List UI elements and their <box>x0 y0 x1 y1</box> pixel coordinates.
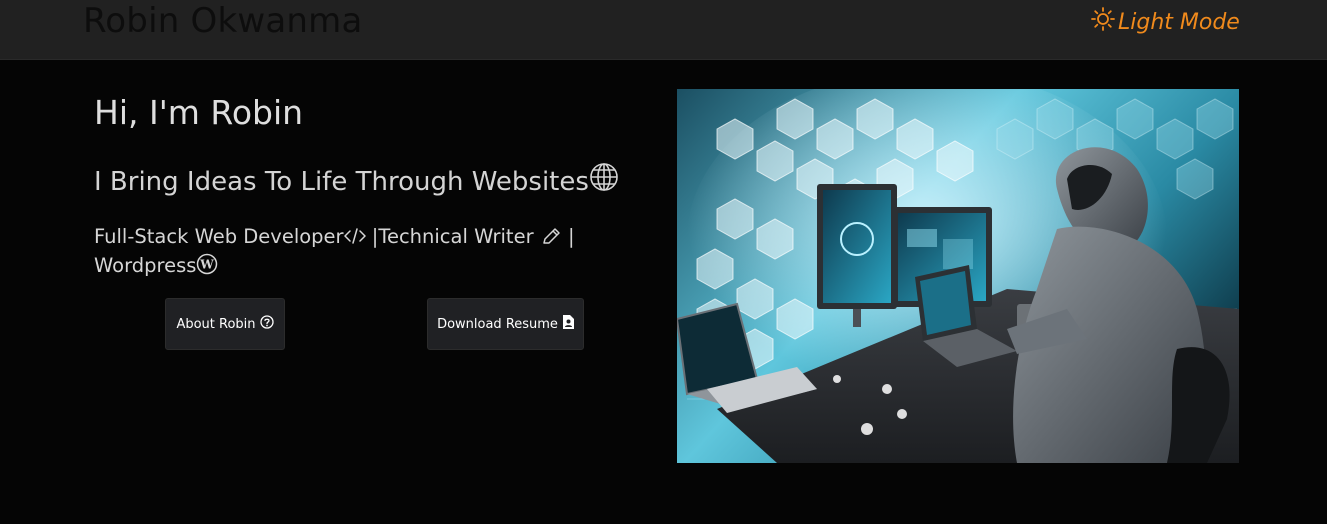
wordpress-icon: W <box>196 253 218 282</box>
brand-logo[interactable]: Robin Okwanma <box>83 0 362 44</box>
pencil-icon <box>540 226 562 253</box>
about-robin-label: About Robin <box>176 316 256 332</box>
file-person-icon <box>562 315 574 333</box>
sun-icon <box>1090 6 1118 38</box>
download-resume-button[interactable]: Download Resume <box>427 298 584 350</box>
hero-tagline: I Bring Ideas To Life Through Websites <box>94 162 619 201</box>
navbar: Robin Okwanma Light Mode <box>0 0 1327 60</box>
globe-icon <box>589 162 619 201</box>
light-mode-toggle[interactable]: Light Mode <box>1090 6 1240 38</box>
svg-text:W: W <box>200 258 215 272</box>
role-fullstack: Full-Stack Web Developer <box>94 225 344 248</box>
light-mode-label: Light Mode <box>1118 9 1240 35</box>
about-robin-button[interactable]: About Robin <box>165 298 285 350</box>
hero-greeting: Hi, I'm Robin <box>94 93 304 132</box>
hero-text: Hi, I'm Robin I Bring Ideas To Life Thro… <box>94 90 634 277</box>
hero-image <box>677 89 1239 463</box>
hero-roles: Full-Stack Web Developer |Technical Writ… <box>94 224 594 282</box>
download-resume-label: Download Resume <box>437 316 558 332</box>
question-circle-icon <box>259 315 274 333</box>
role-technical-writer: |Technical Writer <box>365 225 540 248</box>
code-slash-icon <box>343 226 366 253</box>
hero-tagline-text: I Bring Ideas To Life Through Websites <box>94 166 589 197</box>
